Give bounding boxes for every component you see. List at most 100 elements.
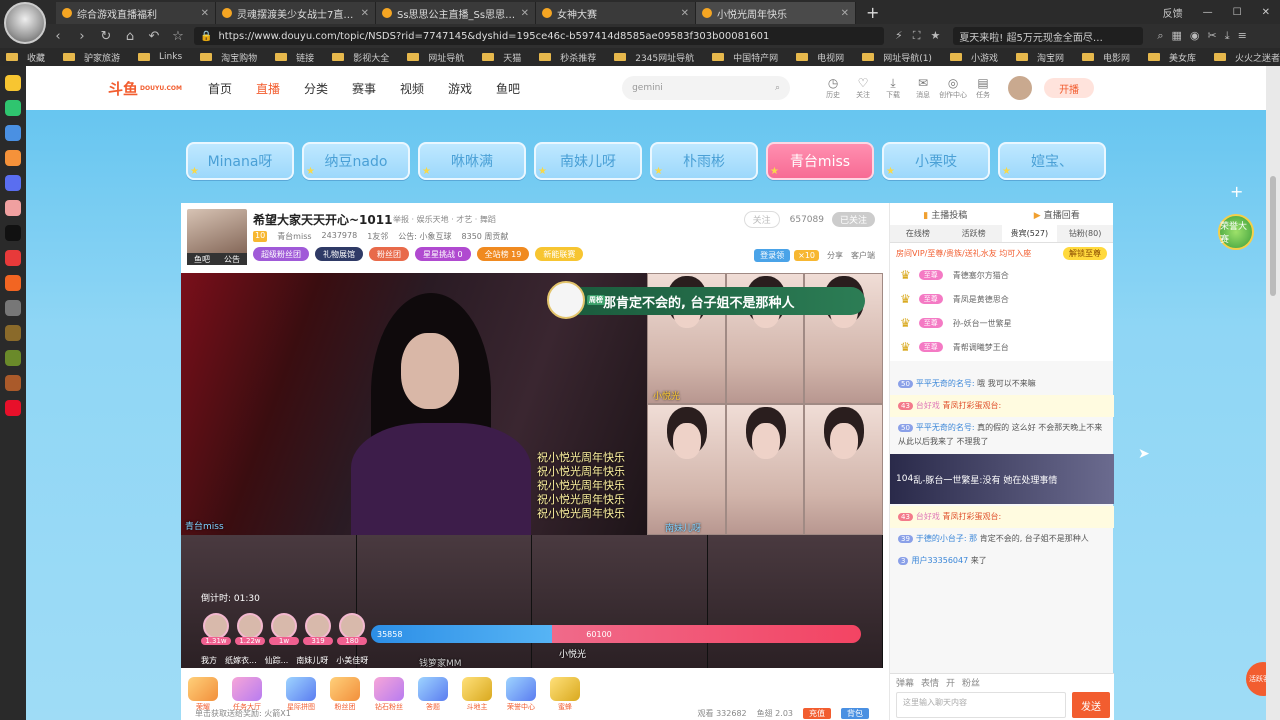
- sidebar-app-icon[interactable]: [5, 200, 21, 216]
- plus-icon[interactable]: +: [1230, 182, 1243, 201]
- douyu-logo[interactable]: 斗鱼 DOUYU.COM: [108, 78, 182, 99]
- streamer-tab[interactable]: ★ 媗宝、: [998, 142, 1106, 180]
- followed-button[interactable]: 已关注: [831, 212, 875, 227]
- notice-link[interactable]: 公告: [224, 254, 240, 265]
- search-icon[interactable]: ⌕: [775, 83, 780, 93]
- streamer-tab[interactable]: ★ 纳豆nado: [302, 142, 410, 180]
- browser-tab-2[interactable]: 灵魂摆渡美少女战士7直播_灵魂 ✕: [216, 2, 376, 24]
- sidebar-app-icon[interactable]: [5, 100, 21, 116]
- maximize-button[interactable]: ☐: [1223, 7, 1252, 18]
- bookmark-item[interactable]: 天猫: [476, 51, 533, 64]
- sidebar-app-icon[interactable]: [5, 300, 21, 316]
- chat-tool-button[interactable]: 弹幕: [896, 676, 914, 689]
- header-icon-item[interactable]: ◎ 创作中心: [938, 76, 968, 100]
- room-badge[interactable]: 超级粉丝团: [253, 247, 309, 261]
- customer-service-button[interactable]: 活跃客服: [1246, 662, 1266, 696]
- scissors-icon[interactable]: ✂: [1204, 29, 1221, 43]
- close-window-button[interactable]: ✕: [1252, 7, 1280, 18]
- url-input[interactable]: 🔒 https://www.douyu.com/topic/NSDS?rid=77…: [194, 27, 884, 45]
- room-badge[interactable]: 星星挑战 0: [415, 247, 471, 261]
- chat-tab[interactable]: 钻粉(80): [1057, 225, 1113, 242]
- back-icon[interactable]: ‹: [46, 29, 70, 44]
- minimize-button[interactable]: —: [1193, 7, 1223, 18]
- sidebar-app-icon[interactable]: [5, 150, 21, 166]
- menu-icon[interactable]: ≡: [1234, 29, 1251, 43]
- new-tab-icon[interactable]: +: [866, 3, 879, 22]
- bookmark-item[interactable]: 电影网: [1076, 51, 1142, 64]
- vip-row[interactable]: ♛ 至尊 青帮调曦梦王台: [890, 335, 1113, 359]
- streamer-tab[interactable]: ★ 朴雨彬: [650, 142, 758, 180]
- room-badge[interactable]: 新能联赛: [535, 247, 584, 261]
- vip-row[interactable]: ♛ 至尊 青德塞尔方猫合: [890, 263, 1113, 287]
- sidebar-app-icon[interactable]: [5, 350, 21, 366]
- room-badge[interactable]: 全站榜 19: [476, 247, 530, 261]
- chat-tool-button[interactable]: 粉丝: [962, 676, 980, 689]
- nav-item[interactable]: 直播: [244, 80, 292, 97]
- header-icon-item[interactable]: ⤓ 下载: [878, 76, 908, 100]
- pk-avatar[interactable]: 1w: [269, 613, 299, 645]
- close-icon[interactable]: ✕: [681, 8, 689, 19]
- bookmark-item[interactable]: 收藏: [0, 51, 57, 64]
- submit-link[interactable]: ▮ 主播投稿: [923, 208, 967, 221]
- chat-tool-button[interactable]: 表情: [921, 676, 939, 689]
- chat-tool-button[interactable]: 开: [946, 676, 955, 689]
- bookmark-star-icon[interactable]: ★: [925, 29, 945, 43]
- extension-icon[interactable]: ▦: [1167, 29, 1185, 43]
- bookmark-item[interactable]: 电视网: [790, 51, 856, 64]
- chat-tab[interactable]: 贵宾(527): [1001, 225, 1058, 242]
- charge-button[interactable]: 充值: [803, 707, 831, 719]
- chat-tab[interactable]: 在线榜: [890, 225, 946, 242]
- streamer-tab[interactable]: ★ 青台miss: [766, 142, 874, 180]
- undo-icon[interactable]: ↶: [142, 29, 166, 44]
- header-icon-item[interactable]: ▤ 任务: [968, 76, 998, 100]
- search-icon[interactable]: ⌕: [1153, 29, 1167, 43]
- close-icon[interactable]: ✕: [361, 8, 369, 19]
- sidebar-app-icon[interactable]: [5, 325, 21, 341]
- browser-tab-5[interactable]: 小悦光周年快乐 ✕: [696, 2, 856, 24]
- bookmark-item[interactable]: 影视大全: [326, 51, 401, 64]
- sidebar-app-icon[interactable]: [5, 375, 21, 391]
- pk-avatar[interactable]: 319: [303, 613, 333, 645]
- chat-tab[interactable]: 活跃榜: [946, 225, 1002, 242]
- room-badge[interactable]: 粉丝团: [369, 247, 409, 261]
- user-avatar[interactable]: [1008, 76, 1033, 100]
- bookmark-item[interactable]: 秒杀推荐: [533, 51, 608, 64]
- flash-icon[interactable]: ⚡: [890, 29, 908, 43]
- login-reward-button[interactable]: 登录领: [754, 249, 791, 262]
- sidebar-app-icon[interactable]: [5, 75, 21, 91]
- send-button[interactable]: 发送: [1072, 692, 1110, 718]
- backpack-button[interactable]: 背包: [841, 707, 869, 719]
- message-user[interactable]: 用户33356047: [911, 556, 968, 565]
- bookmark-item[interactable]: 淘宝网: [1010, 51, 1076, 64]
- unlock-vip-button[interactable]: 解锁至尊: [1063, 246, 1107, 260]
- bookmark-item[interactable]: Links: [132, 52, 194, 62]
- star-icon[interactable]: ☆: [166, 29, 190, 44]
- pk-avatar[interactable]: 180: [337, 613, 367, 645]
- bookmark-item[interactable]: 链接: [269, 51, 326, 64]
- browser-search-input[interactable]: 夏天来啦! 超5万元现金全面尽…: [953, 27, 1144, 45]
- room-tags[interactable]: 举报 · 娱乐天地 · 才艺 · 舞蹈: [393, 214, 496, 225]
- sidebar-app-icon[interactable]: [5, 275, 21, 291]
- replay-link[interactable]: ▶ 直播回看: [1034, 208, 1080, 221]
- message-user[interactable]: 平平无奇的名号:: [916, 423, 975, 432]
- nav-item[interactable]: 视频: [388, 80, 436, 97]
- browser-tab-3[interactable]: Ss思思公主直播_Ss思思公主直播 ✕: [376, 2, 536, 24]
- header-icon-item[interactable]: ♡ 关注: [848, 76, 878, 100]
- sidebar-app-icon[interactable]: [5, 225, 21, 241]
- download-icon[interactable]: ⤓: [1221, 29, 1234, 43]
- nav-item[interactable]: 首页: [196, 80, 244, 97]
- forward-icon[interactable]: ›: [70, 29, 94, 44]
- browser-tab-1[interactable]: 综合游戏直播福利 ✕: [56, 2, 216, 24]
- douyu-search-input[interactable]: gemini ⌕: [622, 76, 791, 100]
- streamer-tab[interactable]: ★ 南妹儿呀: [534, 142, 642, 180]
- bookmark-item[interactable]: 小游戏: [944, 51, 1010, 64]
- sidebar-app-icon[interactable]: [5, 175, 21, 191]
- streamer-tab[interactable]: ★ 小栗吱: [882, 142, 990, 180]
- chat-input[interactable]: 这里输入聊天内容: [896, 692, 1066, 718]
- home-icon[interactable]: ⌂: [118, 29, 142, 44]
- vip-row[interactable]: ♛ 至尊 孙-妖台一世繁星: [890, 311, 1113, 335]
- fish-bar-link[interactable]: 鱼吧: [194, 254, 210, 265]
- header-icon-item[interactable]: ◷ 历史: [818, 76, 848, 100]
- follow-button[interactable]: 关注: [743, 211, 780, 228]
- pk-avatar[interactable]: 1.31w: [201, 613, 231, 645]
